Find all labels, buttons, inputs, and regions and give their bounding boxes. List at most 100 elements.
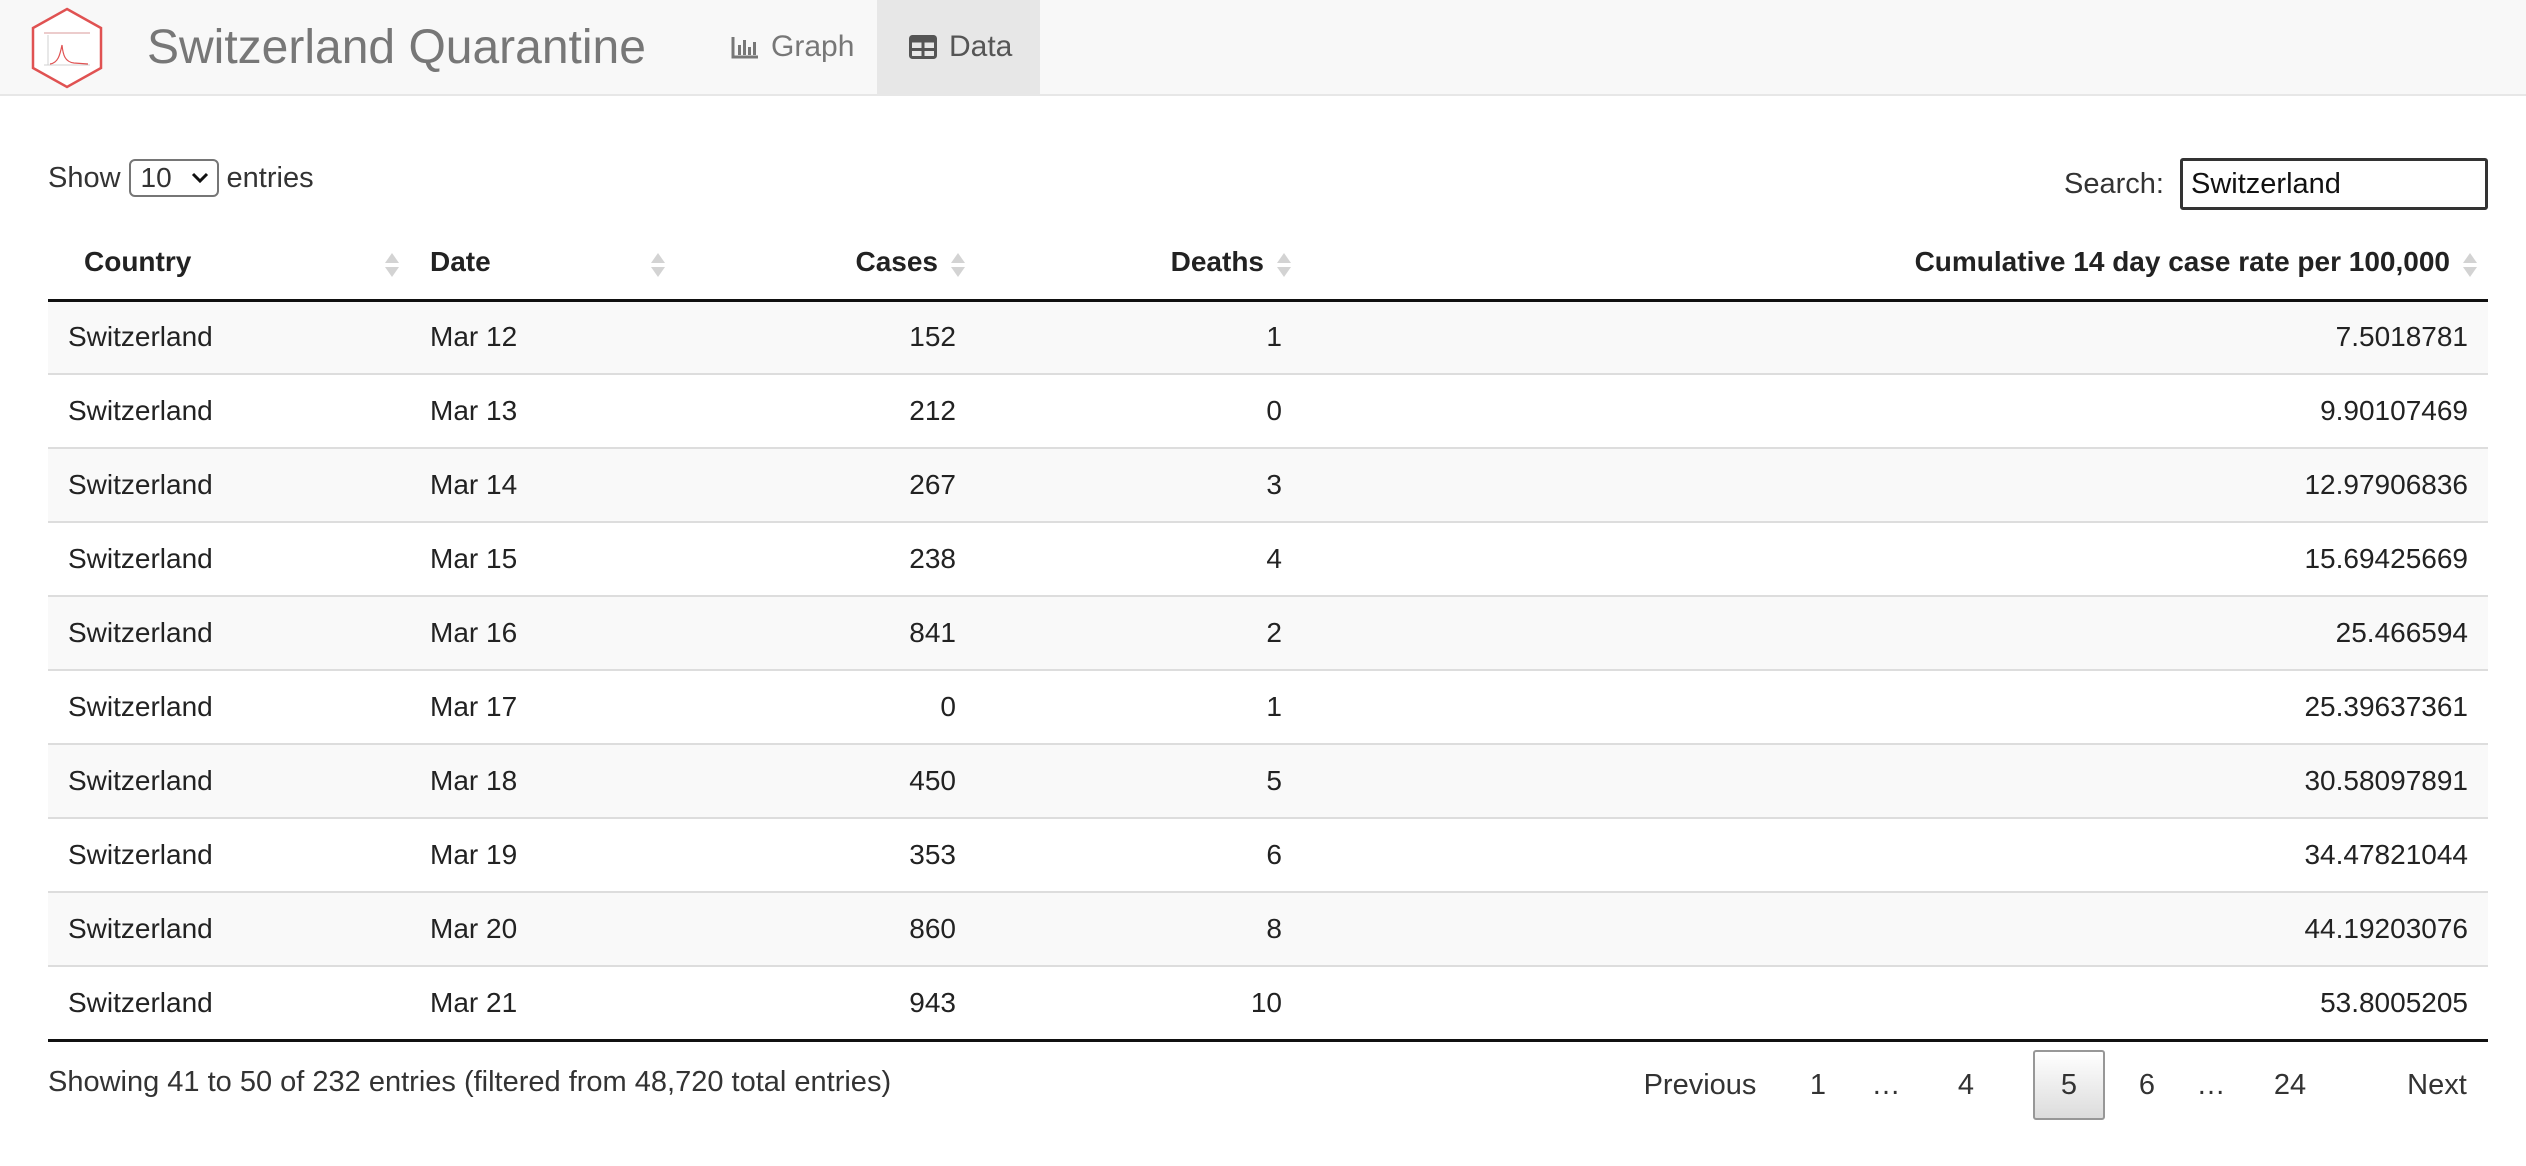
chevron-down-icon (191, 172, 208, 184)
data-table: Country Date Cases Deaths Cumulative 14 … (48, 226, 2488, 1042)
tab-data[interactable]: Data (877, 0, 1040, 94)
cell-case-rate: 7.5018781 (1302, 300, 2488, 374)
cell-case-rate: 12.97906836 (1302, 447, 2488, 522)
page-button-4[interactable]: 4 (1938, 1050, 1994, 1120)
bar-chart-icon (731, 37, 758, 59)
cell-cases: 841 (676, 595, 976, 670)
cell-deaths: 1 (976, 300, 1302, 374)
table-row: Switzerland Mar 16 841 2 25.466594 (48, 595, 2488, 670)
length-suffix: entries (226, 162, 314, 194)
column-header-label: Country (84, 246, 192, 278)
pagination: Previous 1 … 4 5 6 … 24 Next (1620, 1050, 2488, 1122)
next-page-button[interactable]: Next (2386, 1050, 2488, 1120)
cell-date: Mar 16 (410, 595, 676, 670)
cell-country: Switzerland (48, 373, 410, 448)
search-label: Search: (2064, 167, 2164, 200)
table-row: Switzerland Mar 13 212 0 9.90107469 (48, 373, 2488, 448)
page-ellipsis: … (2196, 1068, 2226, 1101)
cell-case-rate: 25.39637361 (1302, 669, 2488, 744)
cell-date: Mar 19 (410, 817, 676, 892)
table-row: Switzerland Mar 18 450 5 30.58097891 (48, 743, 2488, 818)
column-header-cases[interactable]: Cases (676, 226, 976, 302)
page-button-6[interactable]: 6 (2119, 1050, 2175, 1120)
cell-country: Switzerland (48, 891, 410, 966)
cell-country: Switzerland (48, 447, 410, 522)
table-row: Switzerland Mar 19 353 6 34.47821044 (48, 817, 2488, 892)
page-button-5[interactable]: 5 (2033, 1050, 2105, 1120)
tab-graph-label: Graph (771, 30, 855, 63)
cell-cases: 152 (676, 300, 976, 374)
cell-cases: 267 (676, 447, 976, 522)
column-header-country[interactable]: Country (48, 226, 410, 302)
cell-cases: 0 (676, 669, 976, 744)
cell-case-rate: 34.47821044 (1302, 817, 2488, 892)
cell-country: Switzerland (48, 300, 410, 374)
cell-cases: 860 (676, 891, 976, 966)
cell-date: Mar 13 (410, 373, 676, 448)
tab-graph[interactable]: Graph (707, 0, 877, 94)
app-title[interactable]: Switzerland Quarantine (147, 18, 646, 78)
cell-cases: 450 (676, 743, 976, 818)
table-row: Switzerland Mar 12 152 1 7.5018781 (48, 300, 2488, 374)
length-prefix: Show (48, 162, 121, 194)
navbar: Switzerland Quarantine Graph Data (0, 0, 2526, 96)
table-header-row: Country Date Cases Deaths Cumulative 14 … (48, 226, 2488, 302)
column-header-case-rate[interactable]: Cumulative 14 day case rate per 100,000 (1302, 226, 2488, 302)
page-button-1[interactable]: 1 (1790, 1050, 1846, 1120)
column-header-label: Cumulative 14 day case rate per 100,000 (1914, 246, 2450, 278)
sort-icon (1277, 253, 1291, 277)
cell-date: Mar 12 (410, 300, 676, 374)
sort-icon (651, 253, 665, 277)
cell-deaths: 3 (976, 447, 1302, 522)
page-ellipsis: … (1871, 1068, 1901, 1101)
cell-country: Switzerland (48, 965, 410, 1042)
cell-deaths: 2 (976, 595, 1302, 670)
search-input[interactable] (2180, 158, 2488, 210)
cell-date: Mar 21 (410, 965, 676, 1042)
sort-icon (2463, 253, 2477, 277)
cell-case-rate: 9.90107469 (1302, 373, 2488, 448)
cell-cases: 238 (676, 521, 976, 596)
sort-icon (385, 253, 399, 277)
page-length-control: Show 10 entries (48, 158, 314, 198)
cell-country: Switzerland (48, 669, 410, 744)
cell-cases: 353 (676, 817, 976, 892)
table-row: Switzerland Mar 21 943 10 53.8005205 (48, 965, 2488, 1042)
cell-deaths: 1 (976, 669, 1302, 744)
cell-date: Mar 14 (410, 447, 676, 522)
cell-deaths: 6 (976, 817, 1302, 892)
cell-case-rate: 44.19203076 (1302, 891, 2488, 966)
page-button-24[interactable]: 24 (2258, 1050, 2322, 1120)
page-length-select[interactable]: 10 (128, 159, 219, 197)
table-icon (909, 35, 937, 59)
column-header-date[interactable]: Date (410, 226, 676, 302)
table-row: Switzerland Mar 17 0 1 25.39637361 (48, 669, 2488, 744)
cell-country: Switzerland (48, 521, 410, 596)
cell-country: Switzerland (48, 817, 410, 892)
cell-cases: 212 (676, 373, 976, 448)
column-header-deaths[interactable]: Deaths (976, 226, 1302, 302)
cell-case-rate: 53.8005205 (1302, 965, 2488, 1042)
cell-deaths: 10 (976, 965, 1302, 1042)
table-row: Switzerland Mar 20 860 8 44.19203076 (48, 891, 2488, 966)
previous-page-button[interactable]: Previous (1620, 1050, 1780, 1120)
table-info: Showing 41 to 50 of 232 entries (filtere… (48, 1066, 892, 1098)
sort-icon (951, 253, 965, 277)
cell-case-rate: 25.466594 (1302, 595, 2488, 670)
cell-country: Switzerland (48, 595, 410, 670)
cell-cases: 943 (676, 965, 976, 1042)
tab-data-label: Data (949, 30, 1013, 63)
table-row: Switzerland Mar 14 267 3 12.97906836 (48, 447, 2488, 522)
page-length-value: 10 (140, 162, 172, 193)
cell-case-rate: 15.69425669 (1302, 521, 2488, 596)
cell-deaths: 8 (976, 891, 1302, 966)
cell-deaths: 0 (976, 373, 1302, 448)
app-logo-icon[interactable] (30, 7, 104, 89)
search-control: Search: (2064, 158, 2488, 210)
cell-date: Mar 15 (410, 521, 676, 596)
cell-case-rate: 30.58097891 (1302, 743, 2488, 818)
column-header-label: Cases (855, 246, 938, 278)
cell-date: Mar 18 (410, 743, 676, 818)
column-header-label: Deaths (1170, 246, 1264, 278)
cell-date: Mar 20 (410, 891, 676, 966)
